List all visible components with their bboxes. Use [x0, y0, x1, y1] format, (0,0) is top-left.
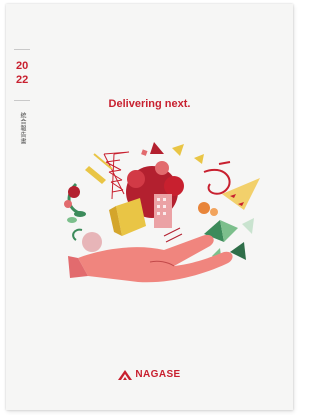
brand-logo: NAGASE: [6, 369, 293, 380]
report-cover: 20 22 統合報告書 Delivering next. NAGASE: [6, 4, 293, 410]
report-type-label: 統合報告書: [19, 112, 26, 145]
year-second-half: 22: [16, 74, 29, 86]
yellow-beam: [85, 166, 106, 184]
top-divider: [14, 49, 30, 50]
year-first-half: 20: [16, 60, 29, 72]
report-year: 20 22: [16, 59, 28, 87]
tagline: Delivering next.: [108, 98, 191, 110]
lattice-tower: [103, 151, 130, 200]
nagase-mountain-logo-icon: [118, 369, 133, 380]
hand-illustration: [64, 142, 260, 283]
brand-name: NAGASE: [135, 369, 181, 380]
